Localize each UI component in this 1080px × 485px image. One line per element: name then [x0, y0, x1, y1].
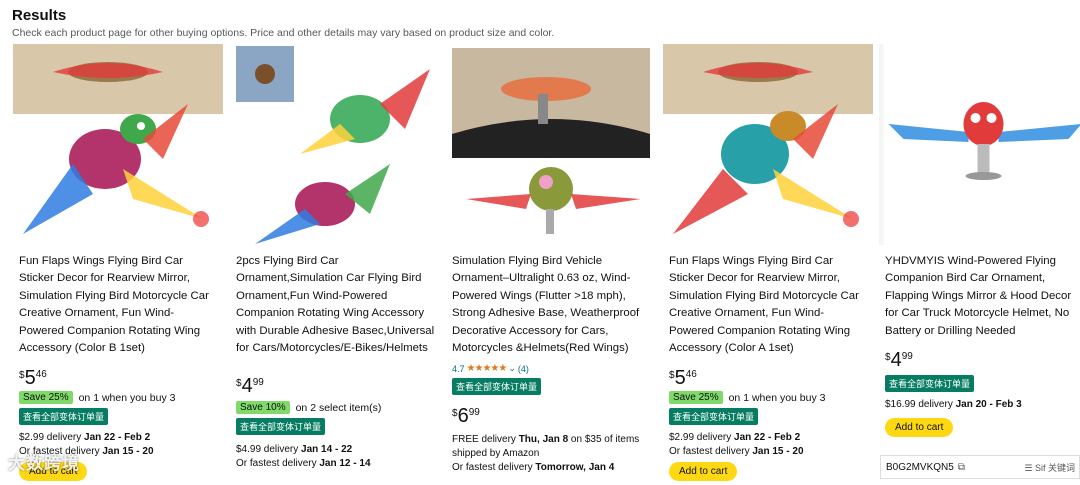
delivery-label: $2.99 delivery [19, 432, 85, 444]
delivery-info: $4.99 delivery Jan 14 - 22 Or fastest de… [236, 443, 436, 471]
bird-ornament-image [230, 44, 440, 245]
save-text: on 1 when you buy 3 [728, 391, 826, 404]
price-fraction: 46 [35, 369, 47, 381]
price: $ 6 99 [452, 405, 652, 427]
save-text: on 2 select item(s) [295, 401, 382, 414]
product-image[interactable] [663, 44, 873, 245]
fastest-delivery-label: Or fastest delivery [452, 462, 536, 474]
save-text: on 1 when you buy 3 [78, 391, 176, 404]
price: $ 4 99 [236, 375, 436, 397]
delivery-label: $4.99 delivery [236, 444, 302, 456]
fastest-delivery-label: Or fastest delivery [236, 458, 320, 470]
product-image[interactable] [879, 44, 1080, 245]
save-badge: Save 25% [669, 391, 723, 405]
delivery-label: FREE delivery [452, 434, 519, 446]
copy-icon[interactable]: ⧉ [958, 462, 965, 473]
view-variants-button[interactable]: 查看全部变体订单量 [669, 408, 759, 426]
delivery-label: $2.99 delivery [669, 432, 735, 444]
star-rating-icon: ★★★★★ [466, 363, 508, 375]
product-image[interactable] [13, 44, 223, 245]
price-whole: 6 [457, 405, 469, 428]
rating-row[interactable]: 4.7 ★★★★★ ⌄ (4) [452, 363, 652, 374]
fastest-delivery-date: Tomorrow, Jan 4 [535, 462, 615, 474]
delivery-date: Thu, Jan 8 [518, 434, 569, 446]
view-variants-button[interactable]: 查看全部变体订单量 [19, 408, 109, 426]
delivery-date: Jan 22 - Feb 2 [84, 432, 151, 444]
price: $ 4 99 [885, 349, 1080, 371]
price-whole: 4 [890, 349, 902, 372]
coupon-row: Save 25% on 1 when you buy 3 [19, 391, 219, 405]
view-variants-button[interactable]: 查看全部变体订单量 [885, 375, 975, 393]
product-title-link[interactable]: YHDVMYIS Wind-Powered Flying Companion B… [885, 253, 1080, 340]
product-title-link[interactable]: Fun Flaps Wings Flying Bird Car Sticker … [669, 253, 869, 357]
delivery-info: FREE delivery Thu, Jan 8 on $35 of items… [452, 433, 652, 475]
delivery-info: $2.99 delivery Jan 22 - Feb 2 Or fastest… [669, 431, 869, 459]
results-title: Results [12, 7, 67, 24]
price-fraction: 99 [252, 377, 264, 389]
add-to-cart-button[interactable]: Add to cart [885, 418, 954, 438]
results-header: Results Check each product page for othe… [12, 7, 554, 39]
price-whole: 4 [241, 375, 253, 398]
price-whole: 5 [674, 367, 686, 390]
price-whole: 5 [24, 367, 36, 390]
bird-ornament-image [446, 44, 656, 245]
asin-toolbar: B0G2MVKQN5 ⧉ ☰ Sif 关键词 [880, 455, 1080, 479]
delivery-date: Jan 22 - Feb 2 [734, 432, 801, 444]
price-fraction: 99 [468, 407, 480, 419]
sif-keyword-tool[interactable]: ☰ Sif 关键词 [1024, 461, 1079, 474]
fastest-delivery-date: Jan 15 - 20 [752, 446, 804, 458]
fastest-delivery-date: Jan 12 - 14 [319, 458, 371, 470]
product-title-link[interactable]: 2pcs Flying Bird Car Ornament,Simulation… [236, 253, 436, 357]
product-title-link[interactable]: Fun Flaps Wings Flying Bird Car Sticker … [19, 253, 219, 357]
save-badge: Save 25% [19, 391, 73, 405]
results-subtitle: Check each product page for other buying… [12, 27, 555, 39]
price-fraction: 99 [901, 351, 913, 363]
product-card: Fun Flaps Wings Flying Bird Car Sticker … [13, 44, 223, 485]
watermark: 大数跨境 [8, 454, 80, 473]
product-title-link[interactable]: Simulation Flying Bird Vehicle Ornament–… [452, 253, 652, 357]
view-variants-button[interactable]: 查看全部变体订单量 [452, 378, 542, 396]
asin-code: B0G2MVKQN5 [886, 461, 954, 473]
delivery-date: Jan 20 - Feb 3 [955, 399, 1022, 411]
price: $ 5 46 [19, 367, 219, 389]
rating-value: 4.7 [452, 363, 465, 374]
fastest-delivery-label: Or fastest delivery [669, 446, 753, 458]
product-card: YHDVMYIS Wind-Powered Flying Companion B… [879, 44, 1080, 485]
delivery-date: Jan 14 - 22 [301, 444, 353, 456]
coupon-row: Save 10% on 2 select item(s) [236, 401, 436, 415]
product-card: Simulation Flying Bird Vehicle Ornament–… [446, 44, 656, 485]
rating-count: (4) [517, 363, 529, 374]
product-card: Fun Flaps Wings Flying Bird Car Sticker … [663, 44, 873, 485]
coupon-row: Save 25% on 1 when you buy 3 [669, 391, 869, 405]
view-variants-button[interactable]: 查看全部变体订单量 [236, 418, 326, 436]
delivery-label: $16.99 delivery [885, 399, 956, 411]
save-badge: Save 10% [236, 401, 290, 415]
price: $ 5 46 [669, 367, 869, 389]
product-image[interactable] [230, 44, 440, 245]
add-to-cart-button[interactable]: Add to cart [669, 462, 738, 482]
fastest-delivery-date: Jan 15 - 20 [102, 446, 154, 458]
bird-ornament-image [663, 44, 873, 245]
product-card: 2pcs Flying Bird Car Ornament,Simulation… [230, 44, 440, 485]
delivery-info: $16.99 delivery Jan 20 - Feb 3 [885, 398, 1080, 412]
product-grid: Fun Flaps Wings Flying Bird Car Sticker … [13, 44, 1080, 485]
bird-ornament-image [883, 44, 1080, 245]
bird-ornament-image [13, 44, 223, 245]
chevron-down-icon: ⌄ [508, 363, 516, 374]
price-fraction: 46 [685, 369, 697, 381]
product-image[interactable] [446, 44, 656, 245]
